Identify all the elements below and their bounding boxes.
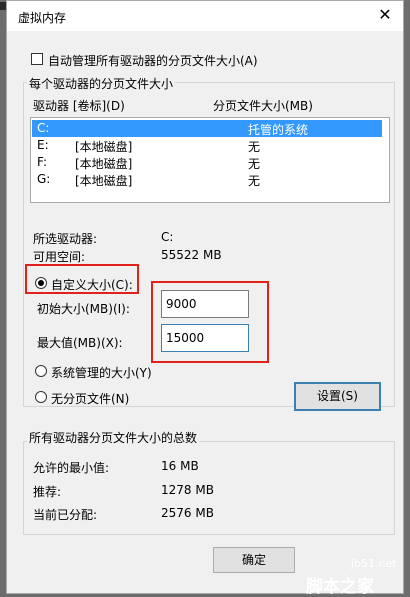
recommended-value: 1278 MB [161, 483, 214, 497]
system-managed-label: 系统管理的大小(Y) [51, 366, 152, 380]
no-paging-label: 无分页文件(N) [51, 392, 130, 406]
auto-manage-checkbox[interactable] [31, 53, 43, 65]
max-size-input[interactable]: 15000 [161, 324, 249, 352]
drive-label: [本地磁盘] [75, 140, 133, 154]
custom-size-label: 自定义大小(C): [51, 278, 133, 292]
max-size-label: 最大值(MB)(X): [37, 336, 123, 350]
drive-size: 无 [248, 174, 261, 188]
drive-row-g[interactable]: G: [本地磁盘] 无 [32, 171, 382, 188]
recommended-label: 推荐: [33, 485, 62, 499]
watermark-site: jb51.net [351, 557, 397, 570]
watermark-name: 脚本之家 [306, 577, 374, 597]
initial-size-input[interactable]: 9000 [161, 290, 249, 318]
drive-letter: C: [37, 121, 50, 135]
selected-drive-label: 所选驱动器: [33, 232, 98, 246]
drive-letter: E: [37, 138, 49, 152]
min-size-label: 允许的最小值: [33, 461, 110, 475]
column-drive-header: 驱动器 [卷标](D) [33, 99, 125, 113]
system-managed-radio[interactable] [35, 365, 47, 377]
totals-group-label: 所有驱动器分页文件大小的总数 [27, 429, 200, 446]
drive-row-c[interactable]: C: 托管的系统 [32, 120, 382, 137]
ok-button[interactable]: 确定 [213, 547, 295, 573]
drives-listbox[interactable]: C: 托管的系统 E: [本地磁盘] 无 F: [本地磁盘] 无 G: [本地磁… [30, 117, 390, 203]
drive-row-e[interactable]: E: [本地磁盘] 无 [32, 137, 382, 154]
column-size-header: 分页文件大小(MB) [213, 99, 313, 113]
drive-size: 托管的系统 [248, 123, 309, 137]
no-paging-radio[interactable] [35, 391, 47, 403]
free-space-label: 可用空间: [33, 250, 86, 264]
set-button[interactable]: 设置(S) [294, 382, 381, 411]
drive-size: 无 [248, 157, 261, 171]
drive-label: [本地磁盘] [75, 174, 133, 188]
title-bar: 虚拟内存 ✕ [7, 1, 403, 31]
drive-letter: F: [37, 155, 48, 169]
custom-size-radio[interactable] [35, 277, 47, 289]
drive-label: [本地磁盘] [75, 157, 133, 171]
free-space-value: 55522 MB [161, 248, 222, 262]
min-size-value: 16 MB [161, 459, 199, 473]
current-allocated-value: 2576 MB [161, 506, 214, 520]
close-icon[interactable]: ✕ [373, 3, 397, 27]
dialog-title: 虚拟内存 [18, 11, 67, 25]
drive-row-f[interactable]: F: [本地磁盘] 无 [32, 154, 382, 171]
drive-letter: G: [37, 172, 51, 186]
current-allocated-label: 当前已分配: [33, 508, 98, 522]
initial-size-label: 初始大小(MB)(I): [37, 302, 130, 316]
selected-drive-value: C: [161, 230, 174, 244]
virtual-memory-dialog: 虚拟内存 ✕ 自动管理所有驱动器的分页文件大小(A) 每个驱动器的分页文件大小 … [6, 0, 404, 594]
auto-manage-label: 自动管理所有驱动器的分页文件大小(A) [48, 54, 258, 68]
drive-size: 无 [248, 140, 261, 154]
drives-group-label: 每个驱动器的分页文件大小 [27, 75, 176, 92]
